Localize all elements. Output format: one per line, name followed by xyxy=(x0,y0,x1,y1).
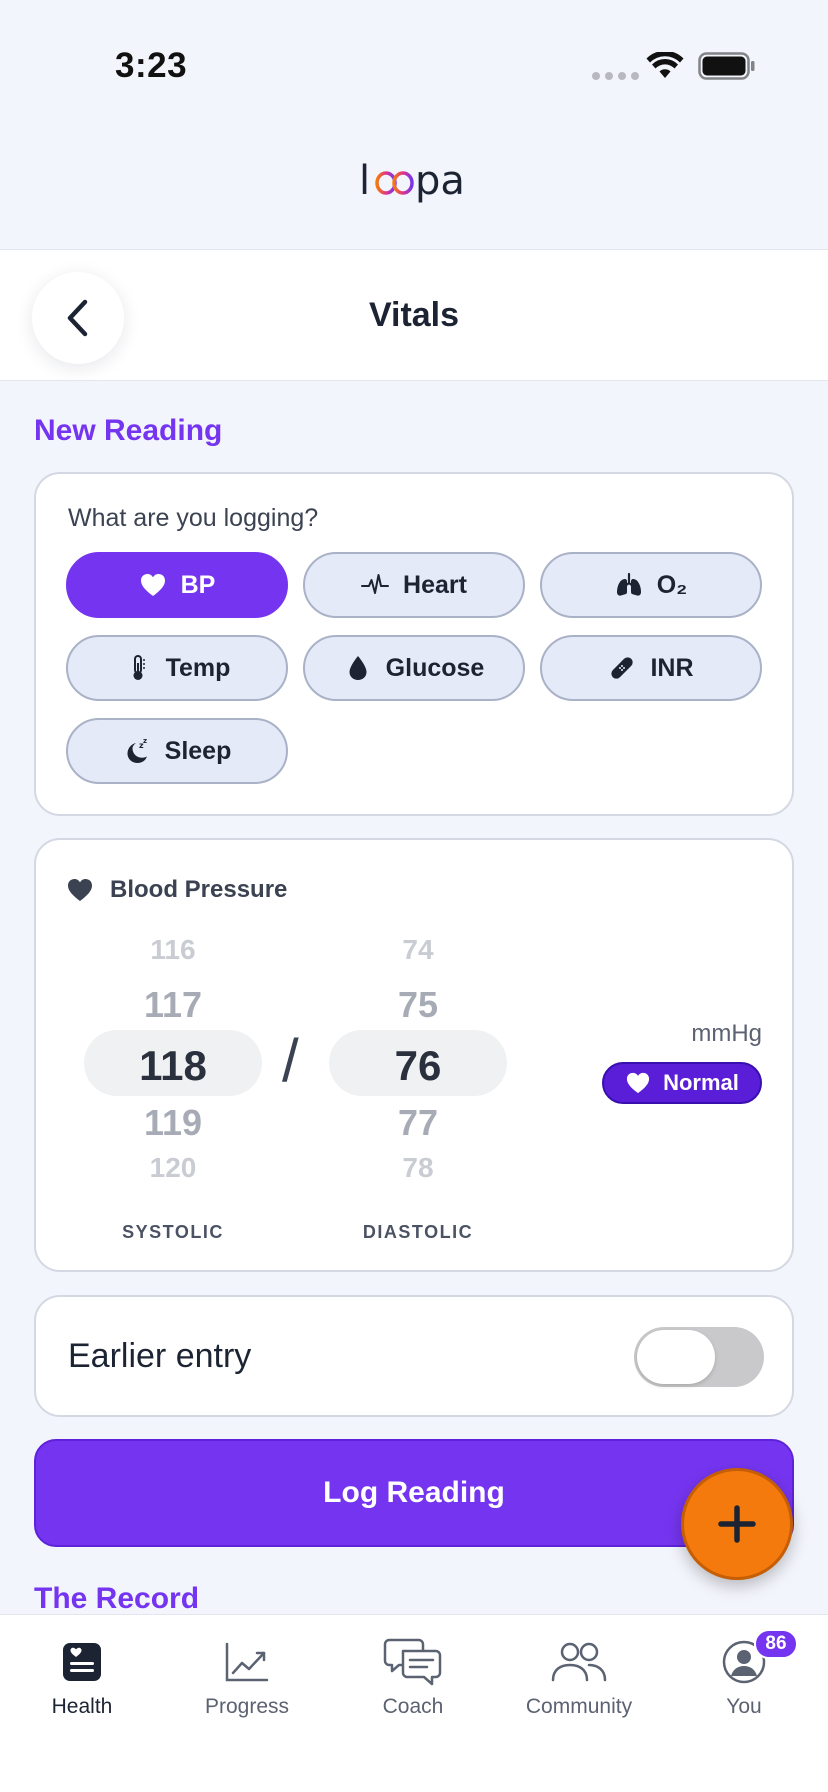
moon-icon: zz xyxy=(127,737,147,763)
diastolic-option[interactable]: 75 xyxy=(329,984,507,1026)
status-badge: Normal xyxy=(602,1062,762,1104)
type-chip-label: INR xyxy=(650,653,694,682)
heart-icon xyxy=(627,1072,650,1094)
earlier-entry-label: Earlier entry xyxy=(68,1337,252,1375)
tab-community[interactable]: Community xyxy=(509,1635,649,1719)
svg-text:pa: pa xyxy=(415,160,465,204)
blood-pressure-card: Blood Pressure 116 117 118 119 120 / 74 … xyxy=(34,838,794,1272)
thermometer-icon xyxy=(133,655,145,680)
systolic-option[interactable]: 119 xyxy=(84,1102,262,1144)
type-question: What are you logging? xyxy=(68,504,319,532)
status-time: 3:23 xyxy=(115,46,188,85)
diastolic-option[interactable]: 77 xyxy=(329,1102,507,1144)
reading-type-card: What are you logging? BP Heart O₂ Temp G… xyxy=(34,472,794,816)
lungs-icon xyxy=(616,572,641,596)
unit-label: mmHg xyxy=(691,1020,762,1047)
type-chip-o2[interactable]: O₂ xyxy=(540,552,762,618)
plus-icon xyxy=(718,1505,756,1543)
systolic-option[interactable]: 116 xyxy=(84,934,262,966)
type-chip-label: BP xyxy=(180,570,216,599)
chevron-left-icon xyxy=(67,299,88,337)
add-button[interactable] xyxy=(681,1468,793,1580)
type-chip-label: Sleep xyxy=(164,736,232,765)
type-chip-label: Glucose xyxy=(385,653,485,682)
systolic-option[interactable]: 117 xyxy=(84,984,262,1026)
tab-label: Coach xyxy=(382,1695,444,1718)
bp-separator: / xyxy=(282,1027,299,1094)
earlier-entry-toggle[interactable] xyxy=(634,1327,764,1387)
type-chip-label: O₂ xyxy=(656,570,688,599)
diastolic-picker[interactable]: 74 75 76 77 78 xyxy=(329,840,507,1183)
systolic-label: SYSTOLIC xyxy=(122,1222,224,1242)
status-text: Normal xyxy=(663,1070,739,1095)
type-chip-temp[interactable]: Temp xyxy=(66,635,288,701)
chart-icon xyxy=(225,1642,269,1682)
back-button[interactable] xyxy=(32,272,124,364)
notification-badge: 86 xyxy=(754,1629,798,1659)
tab-label: Community xyxy=(525,1695,633,1718)
app-logo: l pa xyxy=(0,158,828,213)
status-bar: 3:23 xyxy=(0,0,828,120)
toggle-knob xyxy=(637,1330,715,1384)
tab-label: Health xyxy=(51,1695,113,1718)
log-reading-button[interactable]: Log Reading xyxy=(34,1439,794,1547)
page-title: Vitals xyxy=(368,296,460,334)
diastolic-option[interactable]: 78 xyxy=(329,1152,507,1184)
tab-coach[interactable]: Coach xyxy=(343,1635,483,1719)
type-chip-glucose[interactable]: Glucose xyxy=(303,635,525,701)
type-chip-label: Heart xyxy=(403,570,467,599)
chat-icon xyxy=(383,1638,442,1686)
battery-icon xyxy=(698,52,755,80)
new-reading-title: New Reading xyxy=(34,414,223,447)
tab-bar: Health Progress Coach Community 86 You xyxy=(0,1614,828,1792)
systolic-picker[interactable]: 116 117 118 119 120 xyxy=(84,840,262,1183)
type-chip-sleep[interactable]: zz Sleep xyxy=(66,718,288,784)
heart-icon xyxy=(140,574,165,596)
wifi-icon xyxy=(646,52,684,78)
people-icon xyxy=(551,1642,607,1682)
bandage-icon xyxy=(611,657,634,679)
pulse-icon xyxy=(361,574,390,594)
tab-label: You xyxy=(726,1695,762,1718)
diastolic-selected-value[interactable]: 76 xyxy=(329,1042,507,1090)
systolic-selected-value[interactable]: 118 xyxy=(84,1042,262,1090)
loopa-logo-icon: l pa xyxy=(359,158,465,204)
top-bar: Vitals xyxy=(0,249,828,381)
type-chip-inr[interactable]: INR xyxy=(540,635,762,701)
type-chip-heart[interactable]: Heart xyxy=(303,552,525,618)
health-icon xyxy=(63,1643,101,1681)
svg-text:z: z xyxy=(143,737,147,745)
type-chip-label: Temp xyxy=(165,653,231,682)
svg-text:l: l xyxy=(359,160,370,204)
tab-you[interactable]: 86 You xyxy=(674,1629,814,1719)
systolic-option[interactable]: 120 xyxy=(84,1152,262,1184)
type-chip-bp[interactable]: BP xyxy=(66,552,288,618)
record-title: The Record xyxy=(34,1582,200,1615)
diastolic-option[interactable]: 74 xyxy=(329,934,507,966)
earlier-entry-card: Earlier entry xyxy=(34,1295,794,1417)
diastolic-label: DIASTOLIC xyxy=(362,1222,474,1242)
drop-icon xyxy=(349,656,367,680)
signal-icon xyxy=(592,72,639,80)
tab-progress[interactable]: Progress xyxy=(177,1635,317,1719)
tab-health[interactable]: Health xyxy=(12,1635,152,1719)
tab-label: Progress xyxy=(204,1695,290,1718)
